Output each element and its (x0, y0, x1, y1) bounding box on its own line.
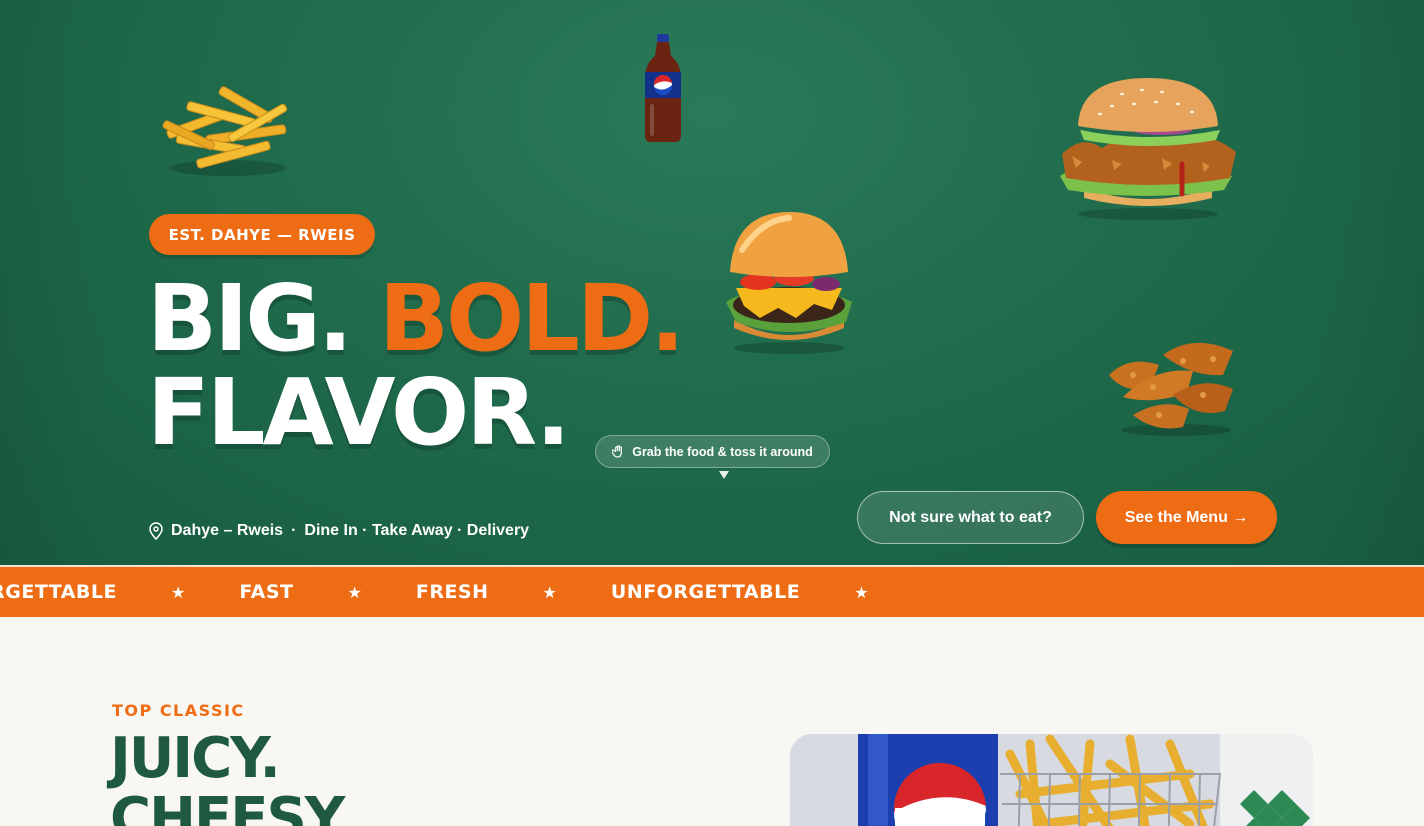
marquee-word: FORGETTABLE (0, 581, 117, 603)
star-icon: ★ (171, 582, 186, 602)
headline-word-bold: BOLD. (378, 265, 685, 372)
section-eyebrow: TOP CLASSIC (112, 701, 245, 720)
fries-icon[interactable] (156, 80, 300, 180)
tooltip-arrow (719, 471, 729, 479)
toss-hint-tooltip: Grab the food & toss it around (595, 435, 830, 468)
cheeseburger-icon[interactable] (716, 210, 862, 356)
title-line-2: CHEESY. (110, 786, 355, 826)
marquee-track: FORGETTABLE ★ FAST ★ FRESH ★ UNFORGETTAB… (0, 567, 923, 617)
marquee-banner: FORGETTABLE ★ FAST ★ FRESH ★ UNFORGETTAB… (0, 565, 1424, 617)
hero-section: EST. DAHYE — RWEIS BIG. BOLD. FLAVOR. Da… (0, 0, 1424, 565)
pepsi-bottle-icon[interactable] (642, 34, 684, 144)
combo-photo (790, 734, 1313, 826)
marquee-word: UNFORGETTABLE (610, 581, 801, 603)
location-separator: · (291, 522, 297, 539)
hero-headline: BIG. BOLD. FLAVOR. (147, 272, 685, 460)
not-sure-button[interactable]: Not sure what to eat? (857, 491, 1084, 544)
marquee-word: FRESH (415, 581, 489, 603)
marquee-word: FAST (239, 581, 294, 603)
star-icon: ★ (542, 582, 557, 602)
star-icon: ★ (854, 582, 869, 602)
top-classic-section: TOP CLASSIC JUICY. CHEESY. (0, 617, 1424, 826)
tooltip-text: Grab the food & toss it around (632, 444, 813, 459)
established-badge: EST. DAHYE — RWEIS (149, 214, 375, 255)
location-text: Dahye – Rweis (171, 522, 284, 539)
combo-photo-image (790, 734, 1313, 826)
hero-edge-shade (0, 0, 112, 565)
section-title: JUICY. CHEESY. (110, 726, 355, 826)
star-icon: ★ (347, 582, 362, 602)
location-pin-icon (149, 522, 163, 540)
headline-line-1: BIG. BOLD. (147, 272, 685, 366)
see-menu-button[interactable]: See the Menu → (1096, 491, 1277, 544)
hand-grab-icon (612, 445, 623, 458)
title-line-1: JUICY. (110, 726, 281, 791)
location-info: Dahye – Rweis · Dine In · Take Away · De… (149, 522, 529, 540)
chicken-burger-icon[interactable] (1052, 76, 1244, 222)
headline-word-big: BIG. (147, 265, 353, 372)
hero-edge-shade (1312, 0, 1424, 565)
services-text: Dine In · Take Away · Delivery (304, 522, 530, 539)
chicken-tenders-icon[interactable] (1103, 335, 1249, 437)
